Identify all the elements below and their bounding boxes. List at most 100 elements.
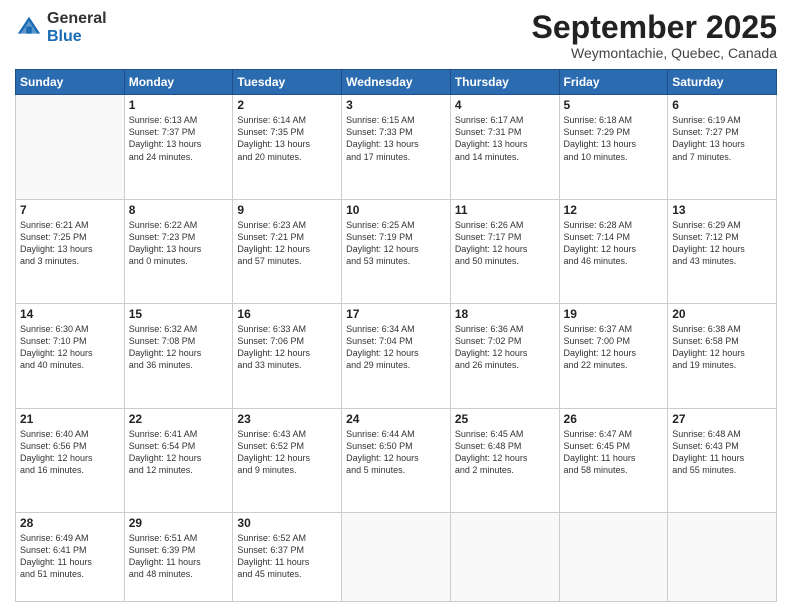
table-row: 17 Sunrise: 6:34 AM Sunset: 7:04 PM Dayli… [342,304,451,408]
day-number: 6 [672,98,772,112]
table-row [342,512,451,601]
day-number: 17 [346,307,446,321]
logo-text: General Blue [47,10,107,45]
day-number: 7 [20,203,120,217]
table-row [16,95,125,199]
table-row: 16Sunrise: 6:33 AM Sunset: 7:06 PM Dayli… [233,304,342,408]
table-row: 29 Sunrise: 6:51 AM Sunset: 6:39 PM Dayli… [124,512,233,601]
day-info: Sunrise: 6:44 AM Sunset: 6:50 PM Dayligh… [346,428,446,477]
day-info: Sunrise: 6:47 AM Sunset: 6:45 PM Dayligh… [564,428,664,477]
day-info: Sunrise: 6:26 AM Sunset: 7:17 PM Dayligh… [455,219,555,268]
logo: General Blue [15,10,107,45]
day-number: 21 [20,412,120,426]
day-number: 22 [129,412,229,426]
table-row: 28 Sunrise: 6:49 AM Sunset: 6:41 PM Dayli… [16,512,125,601]
day-info: Sunrise: 6:51 AM Sunset: 6:39 PM Dayligh… [129,532,229,581]
day-number: 1 [129,98,229,112]
table-row: 7 Sunrise: 6:21 AM Sunset: 7:25 PM Daylig… [16,199,125,303]
table-row: 24 Sunrise: 6:44 AM Sunset: 6:50 PM Dayli… [342,408,451,512]
title-area: September 2025 Weymontachie, Quebec, Can… [532,10,777,61]
day-number: 12 [564,203,664,217]
table-row [559,512,668,601]
day-info: Sunrise: 6:17 AM Sunset: 7:31 PM Dayligh… [455,114,555,163]
day-info: Sunrise: 6:37 AM Sunset: 7:00 PM Dayligh… [564,323,664,372]
table-row: 2 Sunrise: 6:14 AM Sunset: 7:35 PM Daylig… [233,95,342,199]
table-row: 13 Sunrise: 6:29 AM Sunset: 7:12 PM Dayli… [668,199,777,303]
day-number: 24 [346,412,446,426]
col-thursday: Thursday [450,70,559,95]
table-row: 26 Sunrise: 6:47 AM Sunset: 6:45 PM Dayli… [559,408,668,512]
day-info: Sunrise: 6:30 AM Sunset: 7:10 PM Dayligh… [20,323,120,372]
col-tuesday: Tuesday [233,70,342,95]
logo-icon [15,14,43,42]
day-info: Sunrise: 6:14 AM Sunset: 7:35 PM Dayligh… [237,114,337,163]
table-row: 5 Sunrise: 6:18 AM Sunset: 7:29 PM Daylig… [559,95,668,199]
day-info: Sunrise: 6:32 AM Sunset: 7:08 PM Dayligh… [129,323,229,372]
day-info: Sunrise: 6:23 AM Sunset: 7:21 PM Dayligh… [237,219,337,268]
day-info: Sunrise: 6:29 AM Sunset: 7:12 PM Dayligh… [672,219,772,268]
day-info: Sunrise: 6:15 AM Sunset: 7:33 PM Dayligh… [346,114,446,163]
day-number: 5 [564,98,664,112]
col-friday: Friday [559,70,668,95]
day-number: 13 [672,203,772,217]
day-number: 19 [564,307,664,321]
table-row: 12 Sunrise: 6:28 AM Sunset: 7:14 PM Dayli… [559,199,668,303]
day-number: 15 [129,307,229,321]
day-info: Sunrise: 6:28 AM Sunset: 7:14 PM Dayligh… [564,219,664,268]
table-row [668,512,777,601]
day-info: Sunrise: 6:19 AM Sunset: 7:27 PM Dayligh… [672,114,772,163]
table-row: 27Sunrise: 6:48 AM Sunset: 6:43 PM Dayli… [668,408,777,512]
col-sunday: Sunday [16,70,125,95]
day-number: 29 [129,516,229,530]
month-title: September 2025 [532,10,777,45]
day-number: 26 [564,412,664,426]
day-number: 20 [672,307,772,321]
day-number: 16 [237,307,337,321]
col-saturday: Saturday [668,70,777,95]
day-info: Sunrise: 6:48 AM Sunset: 6:43 PM Dayligh… [672,428,772,477]
table-row: 3 Sunrise: 6:15 AM Sunset: 7:33 PM Daylig… [342,95,451,199]
table-row: 19 Sunrise: 6:37 AM Sunset: 7:00 PM Dayli… [559,304,668,408]
day-number: 14 [20,307,120,321]
day-number: 23 [237,412,337,426]
day-info: Sunrise: 6:25 AM Sunset: 7:19 PM Dayligh… [346,219,446,268]
day-info: Sunrise: 6:45 AM Sunset: 6:48 PM Dayligh… [455,428,555,477]
table-row: 15 Sunrise: 6:32 AM Sunset: 7:08 PM Dayli… [124,304,233,408]
day-number: 25 [455,412,555,426]
table-row: 20 Sunrise: 6:38 AM Sunset: 6:58 PM Dayli… [668,304,777,408]
day-number: 3 [346,98,446,112]
calendar-header-row: Sunday Monday Tuesday Wednesday Thursday… [16,70,777,95]
day-info: Sunrise: 6:36 AM Sunset: 7:02 PM Dayligh… [455,323,555,372]
table-row: 11 Sunrise: 6:26 AM Sunset: 7:17 PM Dayli… [450,199,559,303]
table-row: 30 Sunrise: 6:52 AM Sunset: 6:37 PM Dayli… [233,512,342,601]
day-info: Sunrise: 6:49 AM Sunset: 6:41 PM Dayligh… [20,532,120,581]
day-info: Sunrise: 6:34 AM Sunset: 7:04 PM Dayligh… [346,323,446,372]
day-number: 11 [455,203,555,217]
location-subtitle: Weymontachie, Quebec, Canada [532,45,777,61]
day-number: 18 [455,307,555,321]
day-info: Sunrise: 6:21 AM Sunset: 7:25 PM Dayligh… [20,219,120,268]
day-number: 9 [237,203,337,217]
col-monday: Monday [124,70,233,95]
day-info: Sunrise: 6:52 AM Sunset: 6:37 PM Dayligh… [237,532,337,581]
day-number: 28 [20,516,120,530]
day-info: Sunrise: 6:13 AM Sunset: 7:37 PM Dayligh… [129,114,229,163]
table-row: 18 Sunrise: 6:36 AM Sunset: 7:02 PM Dayli… [450,304,559,408]
day-number: 2 [237,98,337,112]
table-row: 23 Sunrise: 6:43 AM Sunset: 6:52 PM Dayli… [233,408,342,512]
day-info: Sunrise: 6:43 AM Sunset: 6:52 PM Dayligh… [237,428,337,477]
table-row: 22 Sunrise: 6:41 AM Sunset: 6:54 PM Dayli… [124,408,233,512]
table-row: 4Sunrise: 6:17 AM Sunset: 7:31 PM Daylig… [450,95,559,199]
day-info: Sunrise: 6:40 AM Sunset: 6:56 PM Dayligh… [20,428,120,477]
day-number: 10 [346,203,446,217]
day-info: Sunrise: 6:18 AM Sunset: 7:29 PM Dayligh… [564,114,664,163]
day-info: Sunrise: 6:41 AM Sunset: 6:54 PM Dayligh… [129,428,229,477]
table-row: 9 Sunrise: 6:23 AM Sunset: 7:21 PM Daylig… [233,199,342,303]
table-row: 1 Sunrise: 6:13 AM Sunset: 7:37 PM Daylig… [124,95,233,199]
table-row: 25 Sunrise: 6:45 AM Sunset: 6:48 PM Dayli… [450,408,559,512]
day-info: Sunrise: 6:38 AM Sunset: 6:58 PM Dayligh… [672,323,772,372]
day-number: 30 [237,516,337,530]
day-info: Sunrise: 6:22 AM Sunset: 7:23 PM Dayligh… [129,219,229,268]
table-row: 8Sunrise: 6:22 AM Sunset: 7:23 PM Daylig… [124,199,233,303]
table-row: 21 Sunrise: 6:40 AM Sunset: 6:56 PM Dayli… [16,408,125,512]
